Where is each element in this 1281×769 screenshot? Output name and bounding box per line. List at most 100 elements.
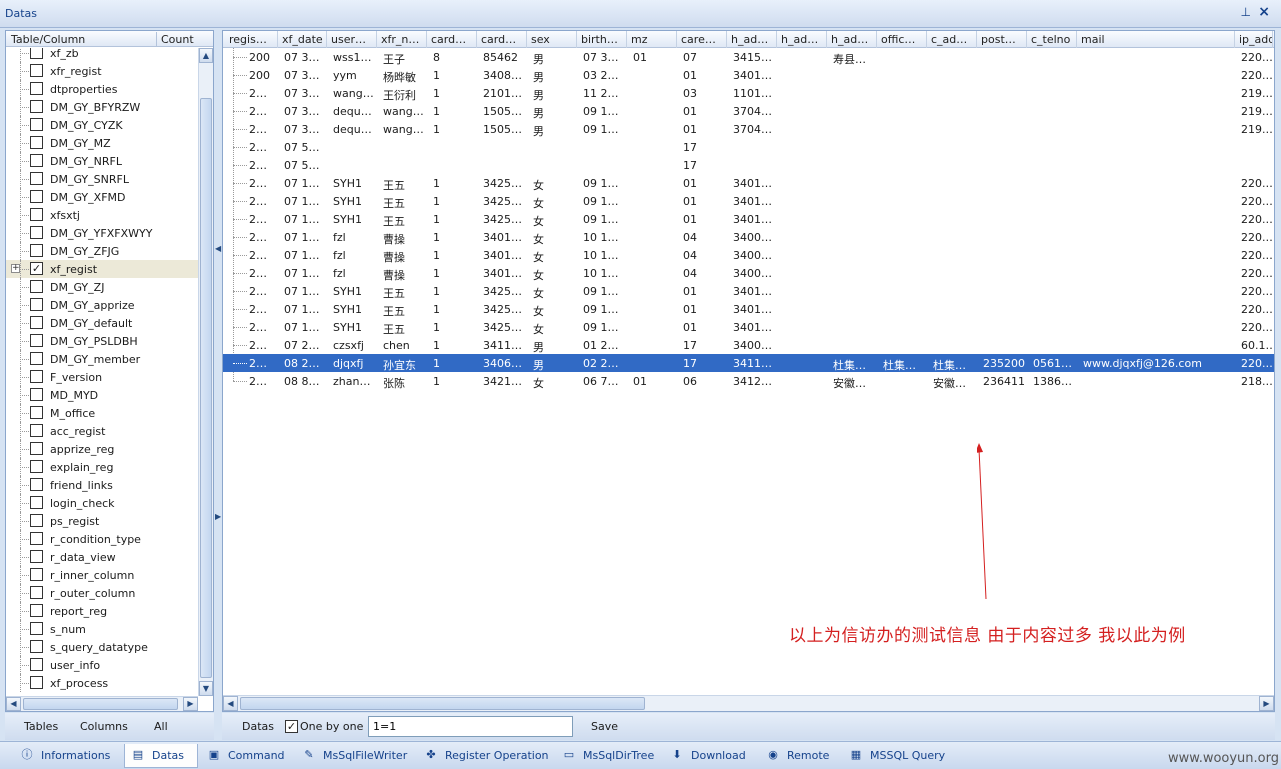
tree-item-table[interactable]: DM_GY_NRFL (6, 152, 198, 170)
table-checkbox[interactable] (30, 154, 43, 167)
table-checkbox[interactable] (30, 280, 43, 293)
expand-right-icon[interactable]: ▶ (215, 512, 221, 521)
tree-item-table[interactable]: s_num (6, 620, 198, 638)
tree-item-table[interactable]: xfr_regist (6, 62, 198, 80)
column-header[interactable]: birth… (577, 31, 627, 48)
collapse-left-icon[interactable]: ◀ (215, 244, 221, 253)
column-header[interactable]: care… (677, 31, 727, 48)
table-row[interactable]: 2… 07 5… 17 (223, 156, 1274, 174)
tree-item-table[interactable]: s_query_datatype (6, 638, 198, 656)
tab-mssql-query[interactable]: ▦ MSSQL Query (843, 744, 953, 768)
table-row[interactable]: 2… 07 1… SYH1 王五 1 3425… 女 09 1… 01 3401… 220.… (223, 282, 1274, 300)
tree-item-table[interactable]: DM_GY_MZ (6, 134, 198, 152)
tree-item-table[interactable]: F_version (6, 368, 198, 386)
column-header[interactable]: xf_date (278, 31, 327, 48)
table-checkbox[interactable] (30, 136, 43, 149)
columns-option[interactable]: Columns (80, 720, 128, 733)
table-checkbox[interactable] (30, 352, 43, 365)
table-checkbox[interactable] (30, 406, 43, 419)
column-header[interactable]: c_ad… (927, 31, 977, 48)
tree-item-table[interactable]: login_check (6, 494, 198, 512)
one-by-one-checkbox[interactable]: ✓ (285, 720, 298, 733)
table-checkbox[interactable] (30, 172, 43, 185)
tree-item-table[interactable]: + ✓ xf_regist (6, 260, 198, 278)
tree-item-table[interactable]: ps_regist (6, 512, 198, 530)
tab-remote[interactable]: ◉ Remote (760, 744, 840, 768)
table-checkbox[interactable] (30, 658, 43, 671)
table-checkbox[interactable] (30, 478, 43, 491)
scroll-right-icon[interactable]: ▶ (183, 697, 198, 711)
tree-item-table[interactable]: acc_regist (6, 422, 198, 440)
tree-item-table[interactable]: DM_GY_CYZK (6, 116, 198, 134)
tab-download[interactable]: ⬇ Download (664, 744, 756, 768)
tab-mssqlfilewriter[interactable]: ✎ MsSqlFileWriter (296, 744, 414, 768)
close-icon[interactable]: × (1258, 4, 1270, 20)
where-condition-input[interactable] (368, 716, 573, 737)
header-count[interactable]: Count (161, 33, 194, 46)
table-checkbox[interactable] (30, 424, 43, 437)
tree-item-table[interactable]: DM_GY_BFYRZW (6, 98, 198, 116)
tree-item-table[interactable]: DM_GY_apprize (6, 296, 198, 314)
tree-item-table[interactable]: DM_GY_PSLDBH (6, 332, 198, 350)
tree-item-table[interactable]: DM_GY_XFMD (6, 188, 198, 206)
scroll-right-icon[interactable]: ▶ (1259, 696, 1274, 711)
tables-option[interactable]: Tables (24, 720, 58, 733)
column-header[interactable]: c_telno (1027, 31, 1077, 48)
table-row[interactable]: 2… 07 1… fzl 曹操 1 3401… 女 10 1… 04 3400… 220.… (223, 246, 1274, 264)
table-checkbox[interactable] (30, 82, 43, 95)
tab-mssqldirtree[interactable]: ▭ MsSqlDirTree (556, 744, 660, 768)
tree-item-table[interactable]: user_info (6, 656, 198, 674)
tree-item-table[interactable]: DM_GY_member (6, 350, 198, 368)
tree-horizontal-scrollbar[interactable]: ◀ ▶ (6, 696, 198, 711)
table-checkbox[interactable] (30, 370, 43, 383)
tab-command[interactable]: ▣ Command (201, 744, 293, 768)
table-checkbox[interactable] (30, 208, 43, 221)
table-checkbox[interactable] (30, 676, 43, 689)
tree-item-table[interactable]: DM_GY_ZFJG (6, 242, 198, 260)
tree-item-table[interactable]: r_inner_column (6, 566, 198, 584)
tree-item-table[interactable]: DM_GY_SNRFL (6, 170, 198, 188)
column-header[interactable]: user… (327, 31, 377, 48)
table-row[interactable]: 2… 07 1… SYH1 王五 1 3425… 女 09 1… 01 3401… 220.… (223, 174, 1274, 192)
datas-label[interactable]: Datas (242, 720, 274, 733)
tree-item-table[interactable]: DM_GY_ZJ (6, 278, 198, 296)
table-checkbox[interactable] (30, 334, 43, 347)
tab-informations[interactable]: ⓘ Informations (14, 744, 122, 768)
column-header[interactable]: h_ad… (777, 31, 827, 48)
tree-item-table[interactable]: xf_process (6, 674, 198, 692)
table-checkbox[interactable] (30, 622, 43, 635)
all-option[interactable]: All (154, 720, 168, 733)
column-header[interactable]: ip_add (1235, 31, 1273, 48)
table-checkbox[interactable] (30, 604, 43, 617)
table-checkbox[interactable] (30, 48, 43, 59)
table-row[interactable]: 200 07 3… yym 杨晔敏 1 3408… 男 03 2… 01 3401… 220.… (223, 66, 1274, 84)
table-row[interactable]: 2… 07 3… wang… 王衍利 1 2101… 男 11 2… 03 1101… 219.… (223, 84, 1274, 102)
scroll-down-icon[interactable]: ▼ (199, 681, 213, 696)
table-checkbox[interactable] (30, 244, 43, 257)
table-checkbox[interactable] (30, 316, 43, 329)
scroll-thumb[interactable] (23, 698, 178, 710)
scroll-left-icon[interactable]: ◀ (6, 697, 21, 711)
table-checkbox[interactable] (30, 388, 43, 401)
table-row[interactable]: 2… 07 2… czsxfj chen 1 3411… 男 01 2… 17 3400… 60.1… (223, 336, 1274, 354)
tree-item-table[interactable]: explain_reg (6, 458, 198, 476)
tree-item-table[interactable]: dtproperties (6, 80, 198, 98)
tree-item-table[interactable]: xfsxtj (6, 206, 198, 224)
table-checkbox[interactable] (30, 532, 43, 545)
table-checkbox[interactable] (30, 226, 43, 239)
table-checkbox[interactable] (30, 442, 43, 455)
panel-splitter[interactable]: ◀ ▶ (214, 30, 222, 712)
tree-item-table[interactable]: r_condition_type (6, 530, 198, 548)
tree-item-table[interactable]: r_data_view (6, 548, 198, 566)
table-row[interactable]: 2… 08 8… zhan… 张陈 1 3421… 女 06 7… 01 06 3412… 安徽… 安徽… (223, 372, 1274, 390)
table-row[interactable]: 2… 07 3… dequ… wang… 1 1505… 男 09 1… 01 3704… 219.… (223, 120, 1274, 138)
tree-item-table[interactable]: DM_GY_default (6, 314, 198, 332)
table-checkbox[interactable] (30, 100, 43, 113)
table-checkbox[interactable] (30, 496, 43, 509)
tree-vertical-scrollbar[interactable]: ▲ ▼ (198, 48, 213, 696)
table-checkbox[interactable] (30, 460, 43, 473)
pin-icon[interactable]: ⊥ (1241, 5, 1251, 19)
tree-item-table[interactable]: friend_links (6, 476, 198, 494)
tree-item-table[interactable]: apprize_reg (6, 440, 198, 458)
table-checkbox[interactable]: ✓ (30, 262, 43, 275)
